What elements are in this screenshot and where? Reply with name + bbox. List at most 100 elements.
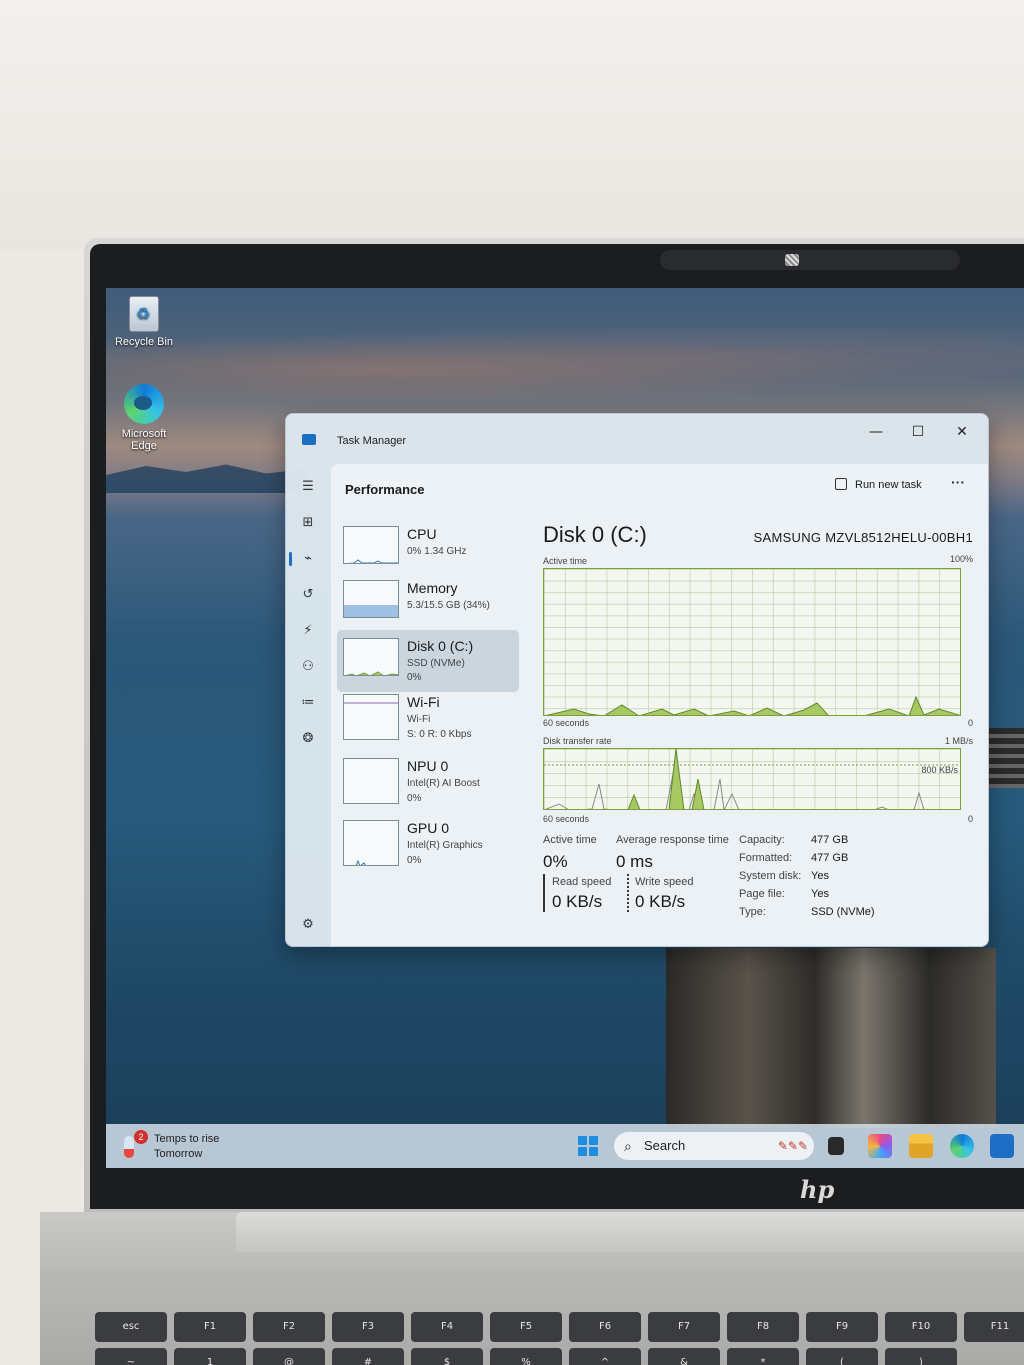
key-f9[interactable]: F9: [806, 1312, 878, 1342]
key-f11[interactable]: F11: [964, 1312, 1024, 1342]
hp-logo: hp: [800, 1175, 835, 1204]
users-icon[interactable]: ⚇: [297, 656, 319, 678]
graph1-duration: 60 seconds: [543, 718, 590, 728]
details-icon[interactable]: ≔: [297, 692, 319, 714]
run-new-task-button[interactable]: Run new task: [835, 478, 922, 491]
graph2-inner-max: 800 KB/s: [921, 765, 958, 775]
startup-icon[interactable]: ⚡: [297, 620, 319, 642]
read-speed-label: Read speed: [552, 876, 612, 888]
key-num-7[interactable]: &: [648, 1348, 720, 1365]
prop-value: 477 GB: [811, 834, 849, 846]
wall-background: [0, 0, 1024, 250]
key-f7[interactable]: F7: [648, 1312, 720, 1342]
write-speed-label: Write speed: [635, 876, 694, 888]
prop-value: 477 GB: [811, 852, 849, 864]
start-icon[interactable]: [578, 1136, 598, 1156]
resource-item-cpu[interactable]: CPU 0% 1.34 GHz: [337, 522, 519, 584]
maximize-button[interactable]: ☐: [903, 420, 933, 444]
taskbar: 2 Temps to rise Tomorrow ⌕ Search ✎✎✎: [106, 1124, 1024, 1168]
nav-rail: ☰ ⊞ ⌁ ↺ ⚡ ⚇ ≔ ❂ ⚙: [286, 464, 330, 946]
desktop-icon-edge[interactable]: Microsoft Edge: [109, 384, 179, 452]
sky-clouds: [106, 328, 1024, 398]
store-icon[interactable]: [990, 1134, 1014, 1158]
hamburger-icon[interactable]: ☰: [297, 476, 319, 498]
active-time-value: 0%: [543, 852, 568, 871]
response-time-label: Average response time: [616, 834, 729, 846]
edge-icon[interactable]: [950, 1134, 974, 1158]
key-f2[interactable]: F2: [253, 1312, 325, 1342]
transfer-rate-graph: 800 KB/s: [543, 748, 961, 810]
key-f6[interactable]: F6: [569, 1312, 641, 1342]
task-view-icon[interactable]: [828, 1137, 844, 1155]
page-title: Performance: [345, 482, 425, 497]
response-time-value: 0 ms: [616, 852, 653, 871]
key-num-4[interactable]: $: [411, 1348, 483, 1365]
file-explorer-icon[interactable]: [909, 1134, 933, 1158]
prop-key: Capacity:: [739, 834, 785, 846]
resource-item-npu[interactable]: NPU 0 Intel(R) AI Boost 0%: [337, 758, 519, 820]
active-tab-indicator: [289, 552, 292, 566]
copilot-icon[interactable]: [868, 1134, 892, 1158]
title-bar: Task Manager — ☐ ✕: [286, 414, 988, 464]
key-num-10[interactable]: ): [885, 1348, 957, 1365]
prop-key: Page file:: [739, 888, 785, 900]
resource-item-disk[interactable]: Disk 0 (C:) SSD (NVMe) 0%: [337, 630, 519, 692]
read-speed-value: 0 KB/s: [552, 892, 603, 911]
resource-name: CPU: [407, 526, 437, 542]
key-f1[interactable]: F1: [174, 1312, 246, 1342]
key-f8[interactable]: F8: [727, 1312, 799, 1342]
resource-detail: 0% 1.34 GHz: [407, 546, 467, 557]
wallpaper-pier: [666, 948, 996, 1128]
weather-line1: Temps to rise: [154, 1133, 220, 1145]
performance-icon[interactable]: ⌁: [297, 548, 319, 570]
minimize-button[interactable]: —: [861, 420, 891, 444]
key-num-3[interactable]: #: [332, 1348, 404, 1365]
processes-icon[interactable]: ⊞: [297, 512, 319, 534]
more-options-button[interactable]: ···: [951, 474, 965, 490]
taskbar-search[interactable]: ⌕ Search ✎✎✎: [614, 1132, 814, 1160]
desktop-icon-label: Microsoft Edge: [121, 428, 167, 452]
search-icon: ⌕: [624, 1138, 632, 1154]
notification-badge: 2: [134, 1130, 148, 1144]
key-num-2[interactable]: @: [253, 1348, 325, 1365]
key-esc[interactable]: esc: [95, 1312, 167, 1342]
graph2-duration: 60 seconds: [543, 814, 590, 824]
resource-name: Wi-Fi: [407, 694, 440, 710]
webcam-shutter-icon: [785, 254, 799, 266]
key-num-8[interactable]: *: [727, 1348, 799, 1365]
desktop-icon-recycle-bin[interactable]: Recycle Bin: [109, 296, 179, 348]
cpu-thumbnail-graph: [343, 526, 399, 564]
settings-icon[interactable]: ⚙: [297, 914, 319, 936]
key-f5[interactable]: F5: [490, 1312, 562, 1342]
active-time-graph: [543, 568, 961, 716]
resource-item-wifi[interactable]: Wi-Fi Wi-Fi S: 0 R: 0 Kbps: [337, 694, 519, 756]
key-num-5[interactable]: %: [490, 1348, 562, 1365]
key-f3[interactable]: F3: [332, 1312, 404, 1342]
services-icon[interactable]: ❂: [297, 728, 319, 750]
key-num-1[interactable]: 1: [174, 1348, 246, 1365]
key-num-9[interactable]: (: [806, 1348, 878, 1365]
disk-model: SAMSUNG MZVL8512HELU-00BH1: [753, 530, 973, 545]
task-manager-window: Task Manager — ☐ ✕ ☰ ⊞ ⌁ ↺ ⚡ ⚇ ≔ ❂ ⚙ Per…: [285, 413, 989, 947]
wifi-thumbnail-graph: [343, 694, 399, 740]
graph2-label: Disk transfer rate: [543, 736, 612, 746]
key-num-6[interactable]: ^: [569, 1348, 641, 1365]
resource-name: NPU 0: [407, 758, 449, 774]
prop-key: System disk:: [739, 870, 802, 882]
resource-item-memory[interactable]: Memory 5.3/15.5 GB (34%): [337, 576, 519, 638]
resource-detail: 5.3/15.5 GB (34%): [407, 600, 490, 611]
key-f10[interactable]: F10: [885, 1312, 957, 1342]
resource-name: Disk 0 (C:): [407, 638, 474, 654]
weather-text: Temps to rise Tomorrow: [154, 1132, 219, 1162]
key-num-0[interactable]: ~: [95, 1348, 167, 1365]
resource-item-gpu[interactable]: GPU 0 Intel(R) Graphics 0%: [337, 820, 519, 882]
resource-usage: 0%: [407, 672, 422, 683]
performance-panel: Performance Run new task ··· CPU 0% 1.34…: [331, 464, 988, 946]
graph2-min: 0: [967, 814, 973, 824]
app-history-icon[interactable]: ↺: [297, 584, 319, 606]
key-f4[interactable]: F4: [411, 1312, 483, 1342]
wallpaper-rail: [986, 728, 1024, 788]
close-button[interactable]: ✕: [947, 420, 977, 444]
gpu-thumbnail-graph: [343, 820, 399, 866]
memory-thumbnail-graph: [343, 580, 399, 618]
